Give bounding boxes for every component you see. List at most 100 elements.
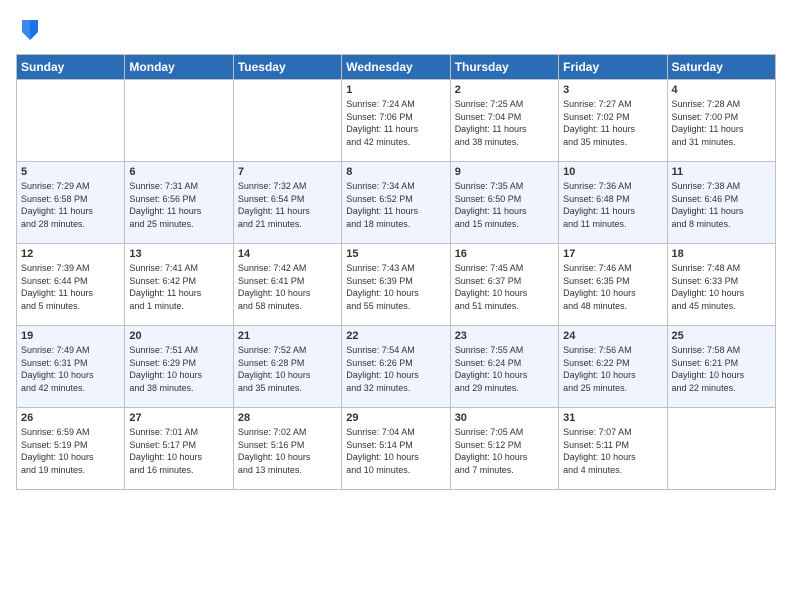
day-number: 15: [346, 248, 445, 260]
day-info: Sunrise: 7:42 AM Sunset: 6:41 PM Dayligh…: [238, 262, 337, 312]
calendar-cell: 8 Sunrise: 7:34 AM Sunset: 6:52 PM Daylig…: [342, 162, 450, 244]
day-info: Sunrise: 7:25 AM Sunset: 7:04 PM Dayligh…: [455, 98, 554, 148]
day-number: 30: [455, 412, 554, 424]
day-number: 2: [455, 84, 554, 96]
day-number: 27: [129, 412, 228, 424]
calendar-cell: [667, 408, 775, 490]
day-number: 31: [563, 412, 662, 424]
header-row: SundayMondayTuesdayWednesdayThursdayFrid…: [17, 55, 776, 80]
day-info: Sunrise: 7:41 AM Sunset: 6:42 PM Dayligh…: [129, 262, 228, 312]
day-number: 9: [455, 166, 554, 178]
day-info: Sunrise: 7:54 AM Sunset: 6:26 PM Dayligh…: [346, 344, 445, 394]
day-info: Sunrise: 7:04 AM Sunset: 5:14 PM Dayligh…: [346, 426, 445, 476]
day-info: Sunrise: 7:28 AM Sunset: 7:00 PM Dayligh…: [672, 98, 771, 148]
day-info: Sunrise: 7:31 AM Sunset: 6:56 PM Dayligh…: [129, 180, 228, 230]
day-info: Sunrise: 7:52 AM Sunset: 6:28 PM Dayligh…: [238, 344, 337, 394]
day-info: Sunrise: 7:05 AM Sunset: 5:12 PM Dayligh…: [455, 426, 554, 476]
calendar-cell: [17, 80, 125, 162]
column-header-monday: Monday: [125, 55, 233, 80]
calendar-cell: 18Sunrise: 7:48 AM Sunset: 6:33 PM Dayli…: [667, 244, 775, 326]
day-number: 16: [455, 248, 554, 260]
calendar-cell: 2 Sunrise: 7:25 AM Sunset: 7:04 PM Daylig…: [450, 80, 558, 162]
day-info: Sunrise: 7:34 AM Sunset: 6:52 PM Dayligh…: [346, 180, 445, 230]
calendar-cell: 29 Sunrise: 7:04 AM Sunset: 5:14 PM Dayli…: [342, 408, 450, 490]
day-info: Sunrise: 7:29 AM Sunset: 6:58 PM Dayligh…: [21, 180, 120, 230]
column-header-wednesday: Wednesday: [342, 55, 450, 80]
day-info: Sunrise: 7:24 AM Sunset: 7:06 PM Dayligh…: [346, 98, 445, 148]
day-number: 19: [21, 330, 120, 342]
day-number: 22: [346, 330, 445, 342]
calendar-cell: 10 Sunrise: 7:36 AM Sunset: 6:48 PM Dayli…: [559, 162, 667, 244]
week-row-2: 5 Sunrise: 7:29 AM Sunset: 6:58 PM Daylig…: [17, 162, 776, 244]
day-info: Sunrise: 7:01 AM Sunset: 5:17 PM Dayligh…: [129, 426, 228, 476]
day-number: 3: [563, 84, 662, 96]
day-info: Sunrise: 7:39 AM Sunset: 6:44 PM Dayligh…: [21, 262, 120, 312]
day-info: Sunrise: 7:55 AM Sunset: 6:24 PM Dayligh…: [455, 344, 554, 394]
calendar-cell: 11 Sunrise: 7:38 AM Sunset: 6:46 PM Dayli…: [667, 162, 775, 244]
day-number: 23: [455, 330, 554, 342]
column-header-tuesday: Tuesday: [233, 55, 341, 80]
calendar-cell: 1Sunrise: 7:24 AM Sunset: 7:06 PM Daylig…: [342, 80, 450, 162]
calendar-cell: 30 Sunrise: 7:05 AM Sunset: 5:12 PM Dayli…: [450, 408, 558, 490]
calendar-cell: 27 Sunrise: 7:01 AM Sunset: 5:17 PM Dayli…: [125, 408, 233, 490]
calendar-cell: 9Sunrise: 7:35 AM Sunset: 6:50 PM Daylig…: [450, 162, 558, 244]
calendar-cell: 5 Sunrise: 7:29 AM Sunset: 6:58 PM Daylig…: [17, 162, 125, 244]
calendar-cell: 28Sunrise: 7:02 AM Sunset: 5:16 PM Dayli…: [233, 408, 341, 490]
day-number: 26: [21, 412, 120, 424]
calendar-cell: 14 Sunrise: 7:42 AM Sunset: 6:41 PM Dayli…: [233, 244, 341, 326]
week-row-5: 26Sunrise: 6:59 AM Sunset: 5:19 PM Dayli…: [17, 408, 776, 490]
calendar-cell: 22 Sunrise: 7:54 AM Sunset: 6:26 PM Dayli…: [342, 326, 450, 408]
day-number: 29: [346, 412, 445, 424]
calendar-cell: 21 Sunrise: 7:52 AM Sunset: 6:28 PM Dayli…: [233, 326, 341, 408]
day-number: 10: [563, 166, 662, 178]
day-number: 8: [346, 166, 445, 178]
calendar-table: SundayMondayTuesdayWednesdayThursdayFrid…: [16, 54, 776, 490]
day-info: Sunrise: 7:46 AM Sunset: 6:35 PM Dayligh…: [563, 262, 662, 312]
column-header-thursday: Thursday: [450, 55, 558, 80]
day-info: Sunrise: 7:38 AM Sunset: 6:46 PM Dayligh…: [672, 180, 771, 230]
calendar-cell: 17 Sunrise: 7:46 AM Sunset: 6:35 PM Dayli…: [559, 244, 667, 326]
day-number: 17: [563, 248, 662, 260]
day-number: 13: [129, 248, 228, 260]
day-info: Sunrise: 7:27 AM Sunset: 7:02 PM Dayligh…: [563, 98, 662, 148]
calendar-cell: 16 Sunrise: 7:45 AM Sunset: 6:37 PM Dayli…: [450, 244, 558, 326]
day-number: 21: [238, 330, 337, 342]
day-info: Sunrise: 7:56 AM Sunset: 6:22 PM Dayligh…: [563, 344, 662, 394]
calendar-cell: 6 Sunrise: 7:31 AM Sunset: 6:56 PM Daylig…: [125, 162, 233, 244]
day-info: Sunrise: 7:45 AM Sunset: 6:37 PM Dayligh…: [455, 262, 554, 312]
day-number: 24: [563, 330, 662, 342]
column-header-friday: Friday: [559, 55, 667, 80]
page: SundayMondayTuesdayWednesdayThursdayFrid…: [0, 0, 792, 612]
day-number: 6: [129, 166, 228, 178]
day-number: 7: [238, 166, 337, 178]
calendar-cell: 25Sunrise: 7:58 AM Sunset: 6:21 PM Dayli…: [667, 326, 775, 408]
day-number: 4: [672, 84, 771, 96]
day-info: Sunrise: 7:49 AM Sunset: 6:31 PM Dayligh…: [21, 344, 120, 394]
day-info: Sunrise: 7:36 AM Sunset: 6:48 PM Dayligh…: [563, 180, 662, 230]
day-info: Sunrise: 7:58 AM Sunset: 6:21 PM Dayligh…: [672, 344, 771, 394]
calendar-cell: 7 Sunrise: 7:32 AM Sunset: 6:54 PM Daylig…: [233, 162, 341, 244]
day-number: 12: [21, 248, 120, 260]
day-info: Sunrise: 7:07 AM Sunset: 5:11 PM Dayligh…: [563, 426, 662, 476]
day-number: 5: [21, 166, 120, 178]
week-row-3: 12 Sunrise: 7:39 AM Sunset: 6:44 PM Dayli…: [17, 244, 776, 326]
calendar-cell: 26Sunrise: 6:59 AM Sunset: 5:19 PM Dayli…: [17, 408, 125, 490]
calendar-cell: 20 Sunrise: 7:51 AM Sunset: 6:29 PM Dayli…: [125, 326, 233, 408]
day-number: 20: [129, 330, 228, 342]
day-info: Sunrise: 7:48 AM Sunset: 6:33 PM Dayligh…: [672, 262, 771, 312]
day-info: Sunrise: 7:51 AM Sunset: 6:29 PM Dayligh…: [129, 344, 228, 394]
day-number: 11: [672, 166, 771, 178]
calendar-cell: 12 Sunrise: 7:39 AM Sunset: 6:44 PM Dayli…: [17, 244, 125, 326]
day-info: Sunrise: 7:43 AM Sunset: 6:39 PM Dayligh…: [346, 262, 445, 312]
day-number: 14: [238, 248, 337, 260]
header: [16, 16, 776, 44]
column-header-sunday: Sunday: [17, 55, 125, 80]
week-row-4: 19 Sunrise: 7:49 AM Sunset: 6:31 PM Dayli…: [17, 326, 776, 408]
calendar-cell: 13 Sunrise: 7:41 AM Sunset: 6:42 PM Dayli…: [125, 244, 233, 326]
calendar-cell: [233, 80, 341, 162]
day-info: Sunrise: 7:32 AM Sunset: 6:54 PM Dayligh…: [238, 180, 337, 230]
logo-icon: [18, 16, 42, 44]
week-row-1: 1Sunrise: 7:24 AM Sunset: 7:06 PM Daylig…: [17, 80, 776, 162]
column-header-saturday: Saturday: [667, 55, 775, 80]
logo: [16, 16, 42, 44]
